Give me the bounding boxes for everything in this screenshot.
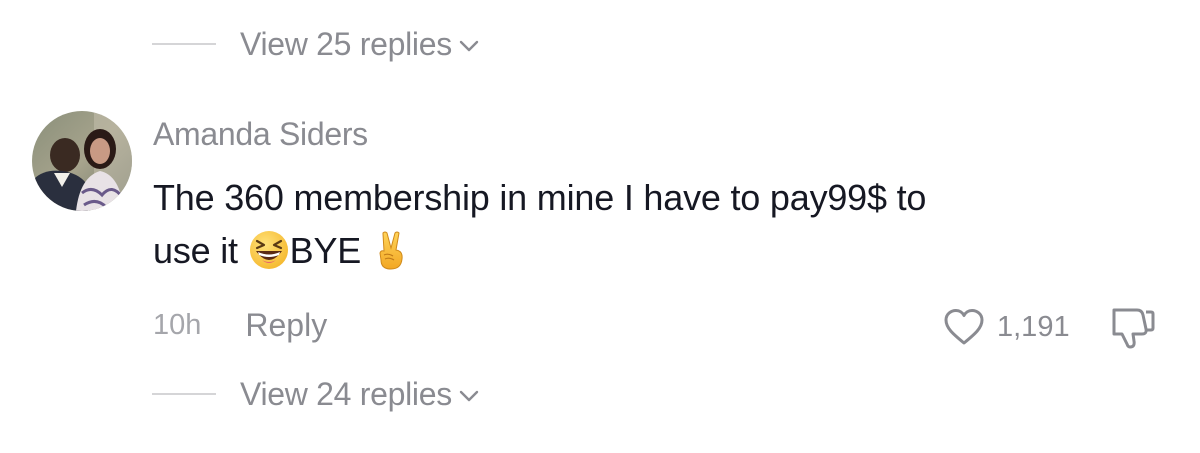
grinning-squinting-face-icon (249, 231, 288, 269)
comment-text-line2-start: use it (153, 230, 248, 271)
chevron-down-icon (459, 390, 479, 402)
view-replies-label: View 25 replies (240, 25, 452, 62)
view-replies-label: View 24 replies (240, 375, 452, 412)
heart-icon (944, 309, 984, 345)
comment-text-line1: The 360 membership in mine I have to pay… (153, 177, 927, 218)
avatar-image (32, 111, 132, 211)
comment-username[interactable]: Amanda Siders (153, 116, 368, 153)
replies-divider-line (152, 43, 216, 45)
view-replies-button-top[interactable]: View 25 replies (152, 22, 482, 66)
victory-hand-icon (379, 231, 403, 270)
chevron-down-icon (459, 40, 479, 52)
avatar[interactable] (32, 111, 132, 211)
comment-text: The 360 membership in mine I have to pay… (153, 171, 1153, 277)
reply-button[interactable]: Reply (245, 307, 327, 344)
replies-divider-line (152, 393, 216, 395)
view-replies-button[interactable]: View 24 replies (152, 372, 482, 416)
comment-text-line2-end: BYE (289, 230, 371, 271)
like-button[interactable]: 1,191 (943, 305, 1070, 349)
comment-timestamp: 10h (153, 308, 202, 341)
thumbs-down-icon[interactable] (1109, 304, 1157, 350)
comment-meta: 10h Reply (153, 305, 327, 345)
like-count: 1,191 (997, 310, 1070, 343)
